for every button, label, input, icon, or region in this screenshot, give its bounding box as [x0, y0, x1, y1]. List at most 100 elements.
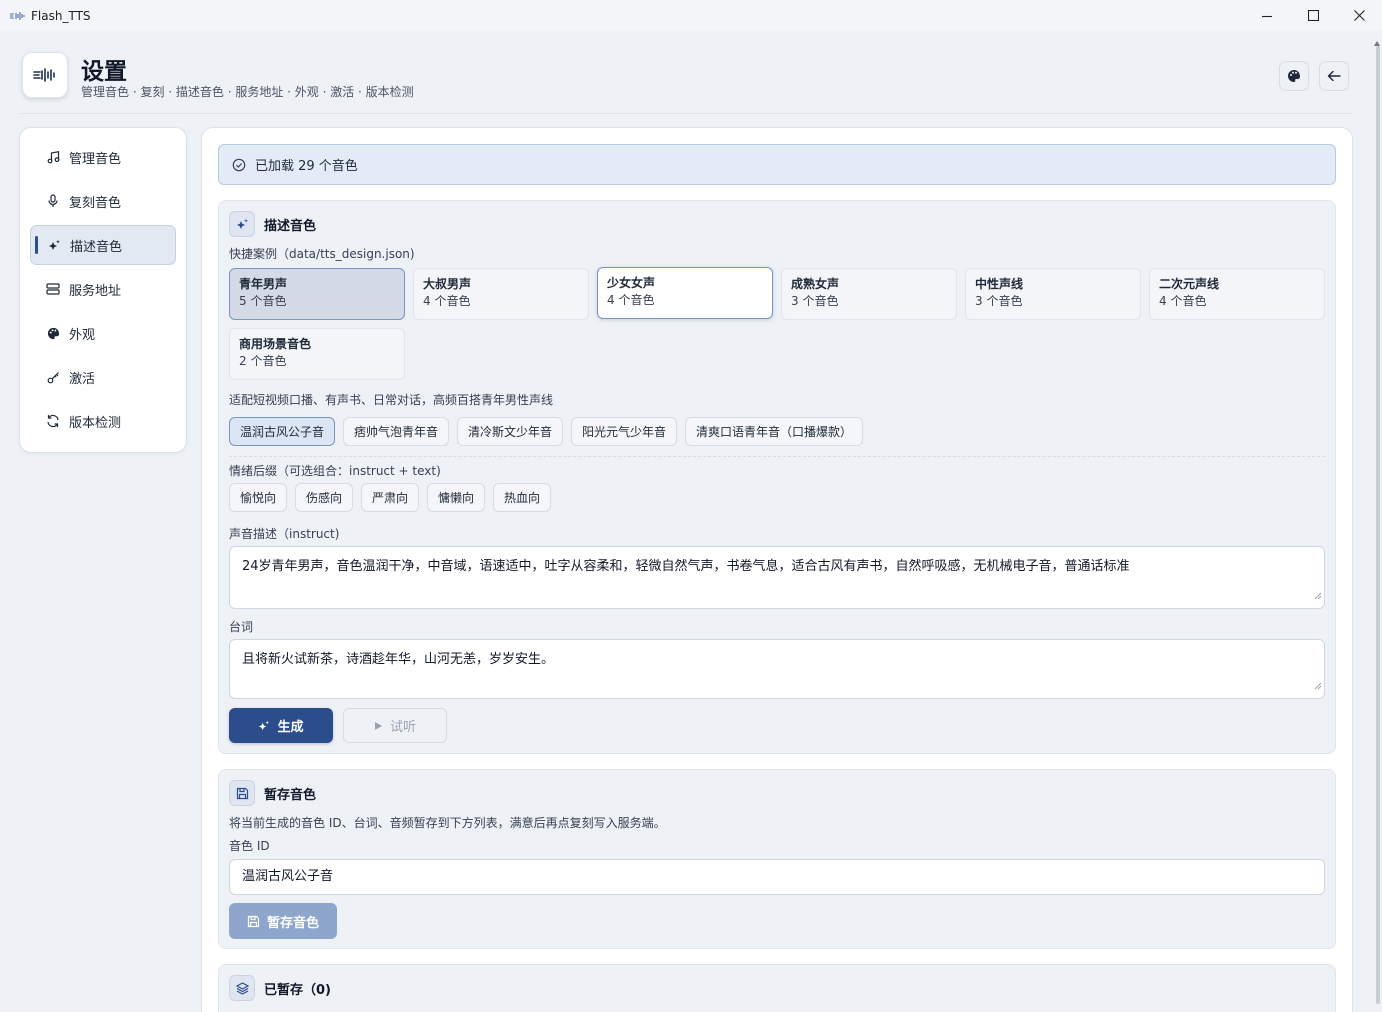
- sidebar-item-label: 外观: [69, 327, 96, 343]
- voice-chip[interactable]: 清爽口语青年音（口播爆款）: [685, 417, 863, 446]
- save-icon: [247, 915, 260, 928]
- design-voice-card: 描述音色 快捷案例（data/tts_design.json) 青年男声 5 个…: [218, 200, 1336, 754]
- preset-name: 青年男声: [239, 277, 288, 291]
- sidebar-item-service-address[interactable]: 服务地址: [30, 269, 176, 309]
- preset-count: 4 个音色: [1159, 294, 1207, 308]
- preset-card[interactable]: 二次元声线 4 个音色: [1149, 268, 1325, 320]
- play-icon: [374, 721, 383, 731]
- sidebar-item-version-check[interactable]: 版本检测: [30, 401, 176, 441]
- voice-id-input[interactable]: 温润古风公子音: [229, 859, 1325, 895]
- window-title: Flash_TTS: [31, 8, 91, 23]
- preset-count: 5 个音色: [239, 294, 287, 308]
- sidebar-item-design-voice[interactable]: 描述音色: [30, 225, 176, 265]
- sidebar-item-label: 激活: [69, 371, 96, 387]
- window-titlebar: Flash_TTS: [0, 0, 1382, 31]
- status-text: 已加载 29 个音色: [255, 159, 358, 174]
- instruct-label: 声音描述（instruct): [229, 527, 340, 541]
- status-banner: 已加载 29 个音色: [218, 144, 1336, 185]
- preset-card[interactable]: 中性声线 3 个音色: [965, 268, 1141, 320]
- sidebar-item-activation[interactable]: 激活: [30, 357, 176, 397]
- back-arrow-icon: [1327, 70, 1341, 82]
- generate-button[interactable]: 生成: [229, 708, 333, 743]
- palette-icon: [46, 326, 60, 340]
- sidebar-item-manage-voices[interactable]: 管理音色: [30, 137, 176, 177]
- preview-label: 试听: [389, 720, 416, 735]
- instruct-textarea[interactable]: 24岁青年男声，音色温润干净，中音域，语速适中，吐字从容柔和，轻微自然气声，书卷…: [229, 546, 1325, 609]
- scrollbar-thumb[interactable]: [1376, 46, 1380, 1004]
- sidebar-nav: 管理音色 复刻音色 描述音色 服务地址 外观 激活 版本检测: [19, 127, 187, 453]
- preset-count: 4 个音色: [423, 294, 471, 308]
- page-subtitle: 管理音色 · 复刻 · 描述音色 · 服务地址 · 外观 · 激活 · 版本检测: [81, 85, 414, 99]
- preset-card[interactable]: 商用场景音色 2 个音色: [229, 328, 405, 380]
- sparkles-icon: [47, 238, 61, 252]
- preset-card[interactable]: 大叔男声 4 个音色: [413, 268, 589, 320]
- preset-name: 少女女声: [607, 276, 656, 290]
- app-header: 设置 管理音色 · 复刻 · 描述音色 · 服务地址 · 外观 · 激活 · 版…: [20, 46, 1352, 114]
- voice-chip[interactable]: 清冷斯文少年音: [457, 417, 563, 446]
- card-title: 已暂存（0): [264, 982, 331, 998]
- voice-id-value: 温润古风公子音: [242, 869, 334, 884]
- stash-button[interactable]: 暂存音色: [229, 903, 337, 939]
- stash-voice-card: 暂存音色 将当前生成的音色 ID、台词、音频暂存到下方列表，满意后再点复刻写入服…: [218, 769, 1336, 949]
- sidebar-item-label: 复刻音色: [69, 195, 122, 211]
- preview-button[interactable]: 试听: [343, 708, 447, 743]
- preset-name: 商用场景音色: [239, 337, 312, 351]
- server-icon: [46, 282, 60, 296]
- card-title: 描述音色: [264, 218, 317, 234]
- text-content: 且将新火试新茶，诗酒趁年华，山河无恙，岁岁安生。: [242, 652, 555, 667]
- microphone-icon: [46, 194, 60, 208]
- emotion-chip[interactable]: 伤感向: [295, 483, 353, 512]
- preset-name: 大叔男声: [423, 277, 472, 291]
- preset-name: 成熟女声: [791, 277, 840, 291]
- preset-card[interactable]: 成熟女声 3 个音色: [781, 268, 957, 320]
- theme-button[interactable]: [1279, 61, 1309, 91]
- preset-count: 3 个音色: [791, 294, 839, 308]
- resize-grip-icon[interactable]: [1314, 678, 1322, 696]
- emotion-chip[interactable]: 愉悦向: [229, 483, 287, 512]
- saved-voices-card: 已暂存（0): [218, 964, 1336, 1012]
- check-circle-icon: [232, 158, 246, 172]
- sidebar-item-label: 版本检测: [69, 415, 122, 431]
- stash-button-label: 暂存音色: [266, 915, 319, 931]
- preset-card[interactable]: 青年男声 5 个音色: [229, 268, 405, 320]
- voice-chip[interactable]: 阳光元气少年音: [571, 417, 677, 446]
- emotion-chip[interactable]: 慵懒向: [427, 483, 485, 512]
- sparkles-icon: [258, 720, 270, 732]
- emotion-chip[interactable]: 热血向: [493, 483, 551, 512]
- emotion-label: 情绪后缀（可选组合：instruct + text): [229, 464, 441, 478]
- minimize-button[interactable]: [1244, 0, 1290, 31]
- divider: [229, 456, 1325, 457]
- close-button[interactable]: [1336, 0, 1382, 31]
- preset-name: 二次元声线: [1159, 277, 1220, 291]
- palette-icon: [1287, 69, 1301, 83]
- back-button[interactable]: [1319, 61, 1349, 91]
- layers-icon: [229, 975, 255, 1001]
- sparkles-icon: [229, 211, 255, 237]
- voice-id-label: 音色 ID: [229, 839, 270, 853]
- text-label: 台词: [229, 620, 254, 634]
- key-icon: [46, 370, 60, 384]
- sidebar-item-label: 描述音色: [70, 239, 123, 255]
- resize-grip-icon[interactable]: [1314, 588, 1322, 606]
- preset-name: 中性声线: [975, 277, 1024, 291]
- sidebar-item-appearance[interactable]: 外观: [30, 313, 176, 353]
- voice-chip[interactable]: 痞帅气泡青年音: [343, 417, 449, 446]
- music-note-icon: [46, 150, 60, 164]
- page-title: 设置: [81, 59, 127, 85]
- emotion-chip[interactable]: 严肃向: [361, 483, 419, 512]
- sidebar-item-label: 服务地址: [69, 283, 122, 299]
- refresh-icon: [46, 414, 60, 428]
- preset-card[interactable]: 少女女声 4 个音色: [597, 267, 773, 319]
- app-icon: [9, 10, 25, 22]
- sidebar-item-clone-voice[interactable]: 复刻音色: [30, 181, 176, 221]
- main-content: 已加载 29 个音色 描述音色 快捷案例（data/tts_design.jso…: [201, 127, 1353, 1012]
- voice-chip[interactable]: 温润古风公子音: [229, 417, 335, 446]
- text-textarea[interactable]: 且将新火试新茶，诗酒趁年华，山河无恙，岁岁安生。: [229, 639, 1325, 699]
- preset-count: 2 个音色: [239, 354, 287, 368]
- sidebar-item-label: 管理音色: [69, 151, 122, 167]
- generate-label: 生成: [277, 720, 304, 735]
- instruct-text: 24岁青年男声，音色温润干净，中音域，语速适中，吐字从容柔和，轻微自然气声，书卷…: [242, 559, 1130, 574]
- app-logo: [22, 52, 68, 98]
- maximize-button[interactable]: [1290, 0, 1336, 31]
- presets-label: 快捷案例（data/tts_design.json): [229, 247, 415, 261]
